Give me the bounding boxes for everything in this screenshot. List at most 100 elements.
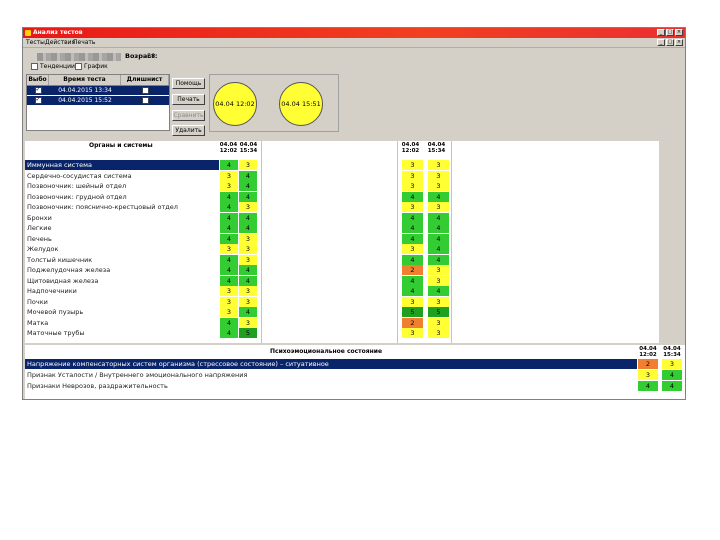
score-cell: 4 bbox=[220, 265, 239, 275]
table-row[interactable]: Поджелудочная железа bbox=[25, 265, 219, 275]
test-visual-panel: 04.04 12:02 04.04 15:51 bbox=[209, 74, 339, 132]
table-row[interactable]: Матка bbox=[25, 318, 219, 328]
table-row[interactable]: Признак Усталости / Внутреннего эмоциона… bbox=[25, 370, 637, 380]
test-circle[interactable]: 04.04 15:51 bbox=[279, 82, 323, 126]
score-cell: 4 bbox=[239, 181, 258, 191]
table-row[interactable]: Надпочечники bbox=[25, 286, 219, 296]
score-cell: 4 bbox=[662, 381, 682, 391]
score-cell: 3 bbox=[220, 307, 239, 317]
table-row[interactable]: Иммунная система bbox=[25, 160, 219, 170]
score-cell: 5 bbox=[428, 307, 450, 317]
score-cell: 4 bbox=[402, 254, 424, 265]
score-cell: 3 bbox=[428, 181, 450, 191]
col-time[interactable]: Время теста bbox=[49, 75, 121, 85]
table-row[interactable]: Позвоночник: пояснично-крестцовый отдел bbox=[25, 202, 219, 212]
score-cell: 4 bbox=[220, 223, 239, 233]
table-row[interactable]: Почки bbox=[25, 297, 219, 307]
table-row[interactable]: Легкие bbox=[25, 223, 219, 233]
score-cell: 4 bbox=[428, 254, 450, 265]
score-cell: 4 bbox=[428, 244, 450, 254]
score-cell: 2 bbox=[402, 317, 424, 328]
duration-checkbox[interactable] bbox=[141, 87, 149, 94]
score-cell: 3 bbox=[239, 233, 258, 244]
table-row[interactable]: Желудок bbox=[25, 244, 219, 254]
table-row[interactable]: Маточные трубы bbox=[25, 328, 219, 338]
graph-checkbox[interactable]: График bbox=[75, 63, 108, 70]
table-row[interactable]: Бронхи bbox=[25, 213, 219, 223]
child-minimize-button[interactable]: _ bbox=[657, 39, 665, 46]
test-circle[interactable]: 04.04 12:02 bbox=[213, 82, 257, 126]
score-cell: 4 bbox=[220, 254, 239, 265]
score-cell: 3 bbox=[428, 170, 450, 181]
table-row[interactable]: Печень bbox=[25, 234, 219, 244]
table-row[interactable]: Признаки Неврозов, раздражительность bbox=[25, 381, 637, 391]
compare-button[interactable]: Сравнить bbox=[172, 110, 205, 121]
col-head-time: 15:34 bbox=[427, 148, 446, 154]
score-cell: 4 bbox=[239, 191, 258, 202]
col-head-date: 04.04 15:34 bbox=[661, 346, 683, 358]
score-cell: 3 bbox=[402, 170, 424, 181]
table-row[interactable]: Позвоночник: грудной отдел bbox=[25, 192, 219, 202]
score-cell: 4 bbox=[662, 370, 682, 380]
help-button[interactable]: Помощь bbox=[172, 78, 205, 89]
window-title: Анализ тестов bbox=[33, 29, 83, 36]
score-cell: 3 bbox=[239, 254, 258, 265]
score-cell: 3 bbox=[428, 275, 450, 286]
col-head-time: 15:34 bbox=[239, 148, 258, 154]
table-row[interactable]: Толстый кишечник bbox=[25, 255, 219, 265]
col-duration[interactable]: Длишнист bbox=[121, 75, 169, 85]
score-cell: 4 bbox=[428, 286, 450, 296]
score-cell: 4 bbox=[428, 191, 450, 202]
col-head-time: 15:34 bbox=[663, 352, 681, 358]
row-checkbox[interactable] bbox=[34, 85, 42, 94]
score-cell: 4 bbox=[402, 233, 424, 244]
score-cell: 3 bbox=[428, 328, 450, 338]
score-cell: 4 bbox=[220, 233, 239, 244]
score-cell: 3 bbox=[220, 286, 239, 296]
table-row[interactable]: Позвоночник: шейный отдел bbox=[25, 181, 219, 191]
table-row[interactable]: Мочевой пузырь bbox=[25, 307, 219, 317]
score-cell: 3 bbox=[220, 170, 239, 181]
table-row[interactable]: Щитовидная железа bbox=[25, 276, 219, 286]
score-cell: 2 bbox=[638, 359, 658, 369]
menu-bar: Тесты Действия Печать bbox=[23, 38, 685, 48]
title-bar[interactable]: Анализ тестов _ □ × bbox=[23, 28, 685, 38]
maximize-button[interactable]: □ bbox=[666, 29, 674, 36]
score-cell: 4 bbox=[220, 160, 239, 170]
score-cell: 4 bbox=[402, 223, 424, 233]
minimize-button[interactable]: _ bbox=[657, 29, 665, 36]
graph-label: График bbox=[84, 63, 108, 70]
col-select[interactable]: Выбо bbox=[27, 75, 49, 85]
table-row[interactable]: Сердечно-сосудистая система bbox=[25, 171, 219, 181]
score-cell: 4 bbox=[220, 328, 239, 338]
score-cell: 4 bbox=[239, 212, 258, 223]
checkbox-icon bbox=[75, 63, 82, 70]
test-time: 04.04.2015 13:34 bbox=[58, 87, 112, 94]
child-restore-button[interactable]: □ bbox=[666, 39, 674, 46]
score-cell: 4 bbox=[402, 275, 424, 286]
tests-table-header: Выбо Время теста Длишнист bbox=[27, 75, 169, 86]
menu-print[interactable]: Печать bbox=[73, 38, 95, 47]
score-cell: 3 bbox=[428, 265, 450, 275]
menu-actions[interactable]: Действия bbox=[45, 38, 75, 47]
score-cell: 3 bbox=[220, 244, 239, 254]
table-row[interactable]: Напряжение компенсаторных систем организ… bbox=[25, 359, 637, 369]
score-cell: 4 bbox=[402, 191, 424, 202]
score-cell: 4 bbox=[428, 223, 450, 233]
row-checkbox[interactable] bbox=[34, 95, 42, 104]
table-row[interactable]: 04.04.2015 15:52 bbox=[27, 95, 169, 106]
close-button[interactable]: × bbox=[675, 29, 683, 36]
delete-button[interactable]: Удалить bbox=[172, 125, 205, 136]
child-close-button[interactable]: × bbox=[675, 39, 683, 46]
tendency-checkbox[interactable]: Тенденции bbox=[31, 63, 75, 70]
score-cell: 3 bbox=[402, 181, 424, 191]
duration-checkbox[interactable] bbox=[141, 97, 149, 104]
menu-tests[interactable]: Тесты bbox=[26, 38, 45, 47]
table-row[interactable]: 04.04.2015 13:34 bbox=[27, 85, 169, 96]
grid-divider bbox=[261, 141, 262, 343]
score-cell: 4 bbox=[220, 191, 239, 202]
score-cell: 3 bbox=[428, 317, 450, 328]
col-head-date: 04.04 12:02 bbox=[637, 346, 659, 358]
print-button[interactable]: Печать bbox=[172, 94, 205, 105]
score-cell: 3 bbox=[662, 359, 682, 369]
